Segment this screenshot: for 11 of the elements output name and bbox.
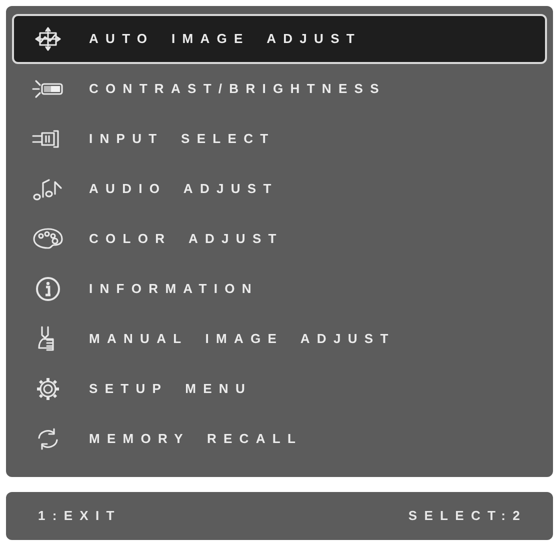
menu-item[interactable]: AUDIO ADJUST bbox=[12, 164, 547, 214]
menu-item[interactable]: AUTO IMAGE ADJUST bbox=[12, 14, 547, 64]
menu-item[interactable]: MANUAL IMAGE ADJUST bbox=[12, 314, 547, 364]
menu-item[interactable]: MEMORY RECALL bbox=[12, 414, 547, 464]
select-hint: SELECT:2 bbox=[408, 507, 527, 526]
menu-item[interactable]: CONTRAST/BRIGHTNESS bbox=[12, 64, 547, 114]
exit-hint: 1:EXIT bbox=[38, 507, 122, 526]
menu-item[interactable]: SETUP MENU bbox=[12, 364, 547, 414]
menu-item[interactable]: INPUT SELECT bbox=[12, 114, 547, 164]
menu-item[interactable]: INFORMATION bbox=[12, 264, 547, 314]
menu-item[interactable]: COLOR ADJUST bbox=[12, 214, 547, 264]
